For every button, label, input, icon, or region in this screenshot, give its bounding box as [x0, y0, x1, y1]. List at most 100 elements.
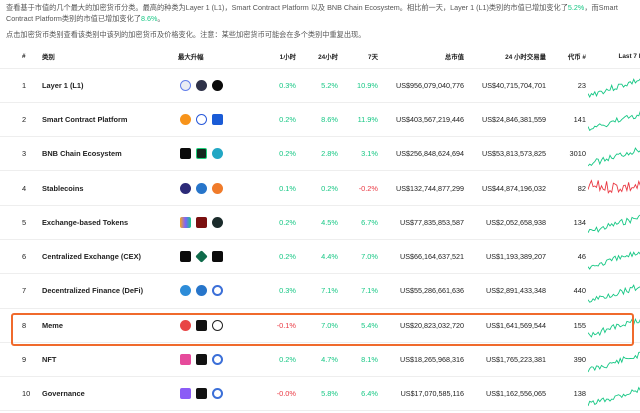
row-num-coins: 141 — [546, 102, 586, 138]
row-category-name[interactable]: Decentralized Finance (DeFi) — [28, 273, 178, 309]
blue-circle-icon[interactable] — [196, 285, 207, 297]
dark-square-icon[interactable] — [196, 388, 207, 400]
sparkline-chart — [588, 284, 640, 303]
header-1h[interactable]: 1小时 — [258, 46, 296, 69]
eth-icon[interactable] — [180, 79, 191, 91]
flow-icon[interactable] — [212, 79, 223, 91]
row-category-name[interactable]: BNB Chain Ecosystem — [28, 136, 178, 172]
row-category-name[interactable]: Stablecoins — [28, 170, 178, 206]
ring-icon[interactable] — [212, 388, 223, 400]
pink-square-icon[interactable] — [180, 354, 191, 366]
row-change-7d: 10.9% — [338, 68, 378, 103]
purple-circle-icon[interactable] — [180, 182, 191, 194]
header-name[interactable]: 类别 — [28, 46, 178, 69]
row-market-cap: US$55,286,661,636 — [378, 273, 464, 309]
teal-circle-icon[interactable] — [180, 285, 191, 297]
row-market-cap: US$256,848,624,694 — [378, 136, 464, 172]
row-change-1h: 0.2% — [258, 205, 296, 240]
black-square-icon[interactable] — [180, 148, 191, 160]
row-change-1h: 0.2% — [258, 239, 296, 275]
row-market-cap: US$18,265,968,316 — [378, 342, 464, 378]
row-sparkline — [586, 273, 640, 309]
header-7d[interactable]: 7天 — [338, 46, 378, 69]
row-change-1h: 0.1% — [258, 170, 296, 206]
green-diamond-icon[interactable] — [195, 250, 208, 263]
intro-note: 点击加密货币类别查看该类别中该列的加密货币及价格变化。注意：某些加密货币可能会在… — [6, 30, 366, 39]
row-top-gainers — [178, 136, 258, 172]
header-volume[interactable]: 24 小时交易量 — [464, 46, 546, 69]
cosmos-icon[interactable] — [196, 79, 207, 91]
intro-pct-l1: 5.2% — [567, 3, 585, 12]
yo-icon[interactable] — [196, 113, 207, 125]
row-top-gainers — [178, 205, 258, 240]
table-row[interactable]: 9 NFT 0.2% 4.7% 8.1% US$18,265,968,316 US$1,76… — [0, 342, 640, 378]
row-change-24h: 2.8% — [296, 136, 338, 172]
row-top-gainers — [178, 170, 258, 206]
row-market-cap: US$77,835,853,587 — [378, 205, 464, 240]
ring-icon[interactable] — [212, 285, 223, 297]
row-change-7d: 7.0% — [338, 239, 378, 275]
table-row[interactable]: 3 BNB Chain Ecosystem 0.2% 2.8% 3.1% US$256,8… — [0, 136, 640, 172]
sparkline-chart — [588, 250, 640, 270]
sparkline-chart — [588, 351, 640, 372]
row-change-1h: 0.3% — [258, 68, 296, 103]
row-sparkline — [586, 102, 640, 138]
blue-circle-icon[interactable] — [196, 182, 207, 194]
header-num-coins[interactable]: 代币 # — [546, 46, 586, 69]
table-row[interactable]: 2 Smart Contract Platform 0.2% 8.6% 11.9% US$… — [0, 102, 640, 138]
w-square-icon[interactable] — [212, 251, 223, 263]
table-row[interactable]: 1 Layer 1 (L1) 0.3% 5.2% 10.9% US$956,079,040… — [0, 68, 640, 103]
row-rank: 5 — [0, 205, 28, 240]
black-square-icon[interactable] — [180, 251, 191, 263]
row-num-coins: 390 — [546, 342, 586, 378]
purple-square-icon[interactable] — [180, 388, 191, 400]
row-category-name[interactable]: NFT — [28, 342, 178, 378]
table-header-row: # 类别 最大升幅 1小时 24小时 7天 总市值 24 小时交易量 代币 # … — [0, 46, 640, 69]
row-volume: US$44,874,196,032 — [464, 170, 546, 206]
dark-square-icon[interactable] — [196, 354, 207, 366]
green-square-icon[interactable] — [196, 148, 207, 160]
dark-circle-icon[interactable] — [212, 216, 223, 228]
row-num-coins: 46 — [546, 239, 586, 275]
row-rank: 7 — [0, 273, 28, 309]
row-category-name[interactable]: Layer 1 (L1) — [28, 68, 178, 103]
row-top-gainers — [178, 68, 258, 103]
row-category-name[interactable]: Governance — [28, 376, 178, 412]
sparkline-line — [588, 250, 640, 270]
row-category-name[interactable]: Centralized Exchange (CEX) — [28, 239, 178, 275]
header-24h[interactable]: 24小时 — [296, 46, 338, 69]
row-change-7d: 7.1% — [338, 273, 378, 309]
row-change-1h: 0.2% — [258, 102, 296, 138]
row-change-7d: 8.1% — [338, 342, 378, 378]
header-market-cap[interactable]: 总市值 — [378, 46, 464, 69]
row-market-cap: US$132,744,877,299 — [378, 170, 464, 206]
red-square-icon[interactable] — [196, 216, 207, 228]
row-rank: 1 — [0, 68, 28, 103]
ring-icon[interactable] — [212, 354, 223, 366]
row-market-cap: US$403,567,219,446 — [378, 102, 464, 138]
table-row[interactable]: 4 Stablecoins 0.1% 0.2% -0.2% US$132,744,877,… — [0, 170, 640, 206]
row-change-1h: 0.2% — [258, 136, 296, 172]
row-top-gainers — [178, 273, 258, 309]
sparkline-line — [588, 111, 640, 132]
teal-hex-icon[interactable] — [212, 148, 223, 160]
sparkline-line — [588, 78, 640, 99]
table-row[interactable]: 5 Exchange-based Tokens 0.2% 4.5% 6.7% US$77,… — [0, 205, 640, 240]
row-change-7d: 6.4% — [338, 376, 378, 412]
row-top-gainers — [178, 342, 258, 378]
row-volume: US$40,715,704,701 — [464, 68, 546, 103]
colorful-icon[interactable] — [180, 216, 191, 228]
row-category-name[interactable]: Exchange-based Tokens — [28, 205, 178, 240]
row-sparkline — [586, 239, 640, 275]
header-rank[interactable]: # — [0, 46, 28, 69]
orange-circle-icon[interactable] — [212, 182, 223, 194]
row-change-24h: 5.8% — [296, 376, 338, 412]
row-num-coins: 82 — [546, 170, 586, 206]
table-row[interactable]: 10 Governance -0.0% 5.8% 6.4% US$17,070,585,1… — [0, 376, 640, 412]
table-row[interactable]: 7 Decentralized Finance (DeFi) 0.3% 7.1% 7.1… — [0, 273, 640, 309]
row-sparkline — [586, 136, 640, 172]
blue-square-icon[interactable] — [212, 113, 223, 125]
coin-orange-icon[interactable] — [180, 113, 191, 125]
row-category-name[interactable]: Smart Contract Platform — [28, 102, 178, 138]
table-row[interactable]: 6 Centralized Exchange (CEX) 0.2% 4.4% 7.0% U… — [0, 239, 640, 275]
